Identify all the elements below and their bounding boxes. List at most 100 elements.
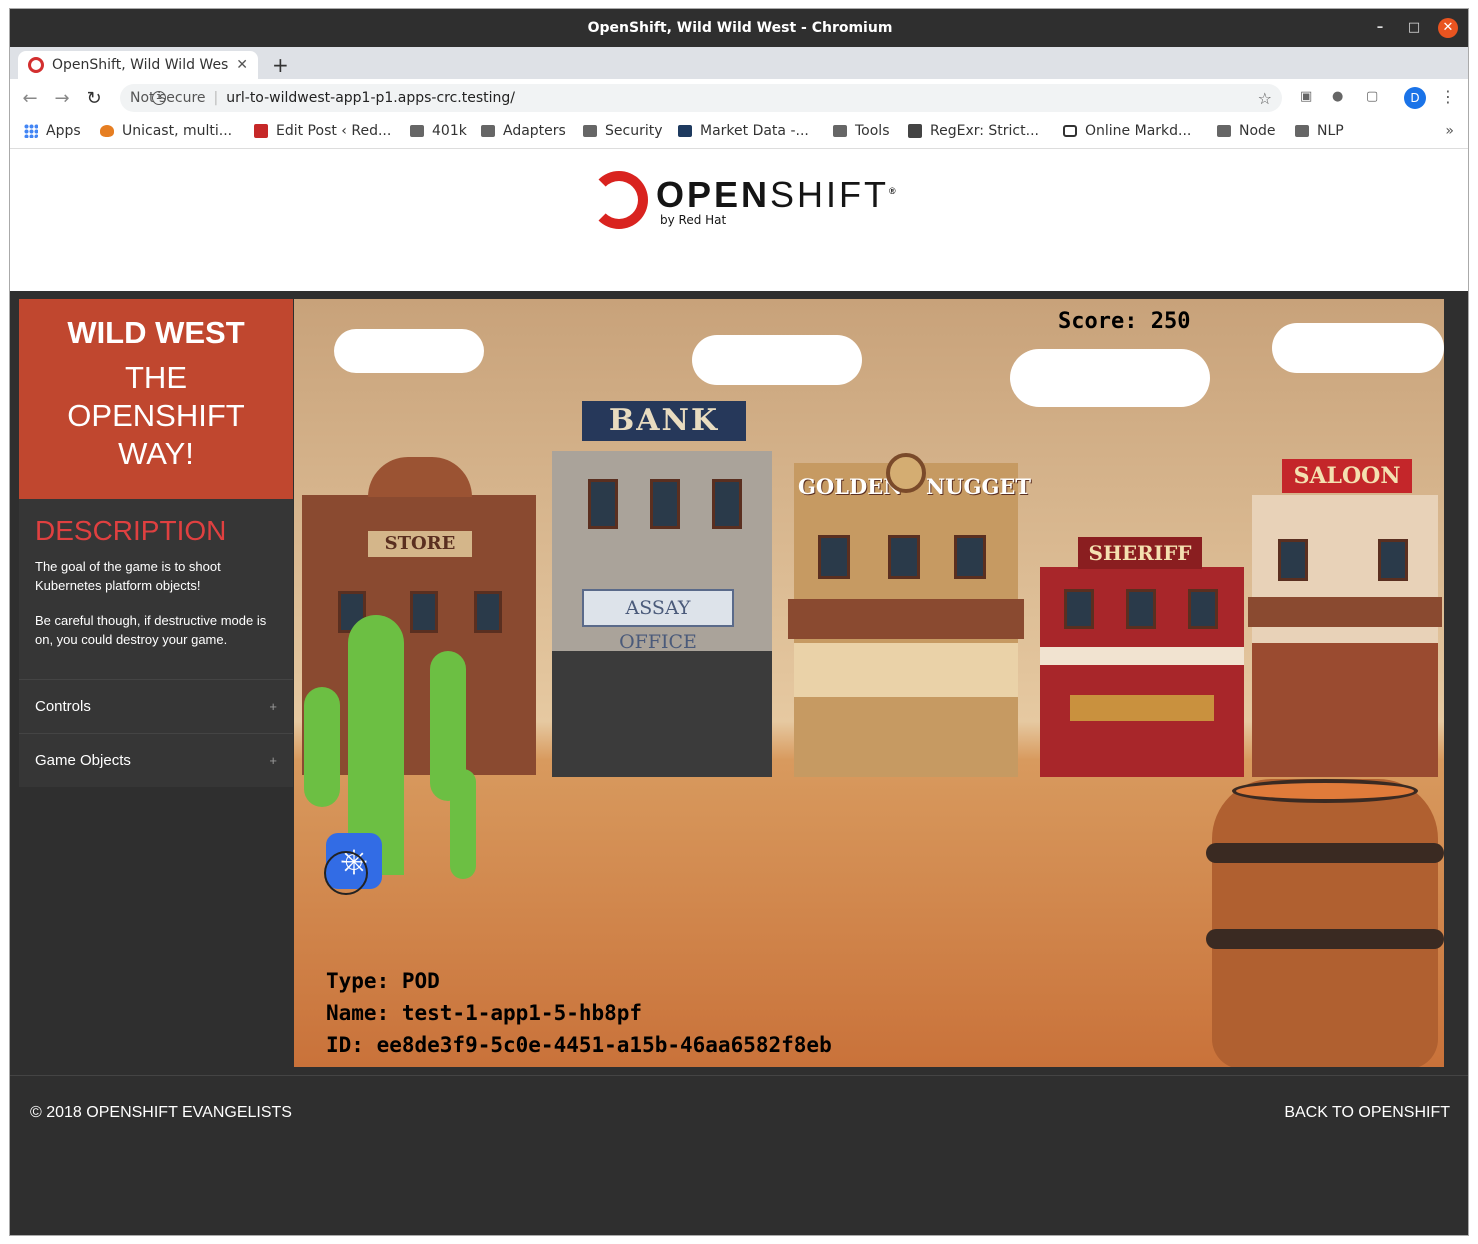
- apps-grid-icon: [24, 124, 38, 138]
- accordion-controls[interactable]: Controls +: [19, 679, 293, 733]
- folder-icon: [410, 125, 424, 137]
- cactus-arm: [304, 687, 340, 807]
- browser-toolbar: ← → ↻ i Not secure | url-to-wildwest-app…: [10, 79, 1468, 117]
- minimize-button[interactable]: –: [1370, 18, 1390, 38]
- openshift-logo[interactable]: OPENSHIFT® by Red Hat: [590, 171, 899, 229]
- info-icon[interactable]: i: [152, 91, 166, 105]
- object-id: ID: ee8de3f9-5c0e-4451-a15b-46aa6582f8eb: [326, 1033, 832, 1057]
- store-sign: STORE: [368, 531, 472, 557]
- back-to-openshift-link[interactable]: BACK TO OPENSHIFT: [1284, 1104, 1450, 1122]
- web-page: OPENSHIFT® by Red Hat WILD WEST THE OPEN…: [10, 149, 1468, 1235]
- object-type: Type: POD: [326, 969, 440, 993]
- cloud: [1010, 349, 1210, 407]
- shield-icon: [100, 125, 114, 137]
- browser-menu-icon[interactable]: ⋮: [1440, 87, 1456, 106]
- openshift-ring-icon: [590, 171, 648, 229]
- description-heading: DESCRIPTION: [35, 515, 227, 546]
- url-text[interactable]: url-to-wildwest-app1-p1.apps-crc.testing…: [226, 90, 515, 106]
- browser-window: OpenShift, Wild Wild West - Chromium – □…: [9, 8, 1469, 1236]
- barrel: [1206, 779, 1444, 1067]
- folder-icon: [1217, 125, 1231, 137]
- bookmark-security[interactable]: Security: [583, 123, 663, 139]
- openshift-favicon-icon: [28, 57, 44, 73]
- extension-icon-2[interactable]: ▢: [1366, 89, 1378, 104]
- extension-icon[interactable]: ▣: [1300, 89, 1312, 104]
- cactus: [450, 769, 476, 879]
- ms-icon: [678, 125, 692, 137]
- accordion-game-objects[interactable]: Game Objects +: [19, 733, 293, 787]
- logo-byline: by Red Hat: [660, 213, 727, 227]
- reload-icon[interactable]: ↻: [82, 88, 106, 109]
- copyright-text: © 2018 OPENSHIFT EVANGELISTS: [30, 1104, 292, 1121]
- bookmark-regexr[interactable]: RegExr: Strict...: [908, 123, 1039, 139]
- assay-office-sign: ASSAY OFFICE: [582, 589, 734, 653]
- golden-nugget-building: GOLDEN NUGGET: [788, 453, 1032, 777]
- markdown-icon: [1063, 125, 1077, 137]
- sidebar-title-block: WILD WEST THE OPENSHIFT WAY!: [19, 299, 293, 499]
- saloon-building: SALOON: [1248, 459, 1442, 777]
- crosshair-icon: [324, 851, 368, 895]
- bookmark-apps[interactable]: Apps: [24, 123, 81, 139]
- saloon-sign: SALOON: [1282, 459, 1412, 493]
- bank-building: BANK ASSAY OFFICE: [552, 401, 772, 777]
- bookmark-node[interactable]: Node: [1217, 123, 1276, 139]
- accordion-game-objects-label: Game Objects: [35, 752, 131, 769]
- tab-label: OpenShift, Wild Wild Wes: [52, 57, 229, 73]
- back-arrow-icon[interactable]: ←: [18, 88, 42, 109]
- golden-sign: GOLDEN: [798, 474, 903, 499]
- sidebar-subtitle-line-2: OPENSHIFT: [67, 398, 245, 433]
- accordion-controls-label: Controls: [35, 698, 91, 715]
- bookmark-unicast[interactable]: Unicast, multi...: [100, 123, 232, 139]
- window-title: OpenShift, Wild Wild West - Chromium: [587, 20, 893, 36]
- bank-sign: BANK: [582, 401, 746, 441]
- close-window-button[interactable]: ✕: [1438, 18, 1458, 38]
- tab-bar: OpenShift, Wild Wild Wes ✕ +: [10, 47, 1468, 79]
- bookmark-tools[interactable]: Tools: [833, 123, 890, 139]
- object-name: Name: test-1-app1-5-hb8pf: [326, 1001, 643, 1025]
- folder-icon: [583, 125, 597, 137]
- github-icon[interactable]: ●: [1332, 89, 1343, 104]
- bookmark-edit-post[interactable]: Edit Post ‹ Red...: [254, 123, 391, 139]
- description-section: DESCRIPTION The goal of the game is to s…: [19, 499, 293, 679]
- cloud: [692, 335, 862, 385]
- description-text-2: Be careful though, if destructive mode i…: [35, 613, 267, 647]
- maximize-button[interactable]: □: [1404, 18, 1424, 38]
- tab-close-icon[interactable]: ✕: [236, 57, 248, 73]
- score-display: Score: 250: [1058, 309, 1191, 334]
- page-footer: © 2018 OPENSHIFT EVANGELISTS BACK TO OPE…: [10, 1075, 1468, 1235]
- address-bar[interactable]: i Not secure | url-to-wildwest-app1-p1.a…: [120, 84, 1282, 112]
- bookmark-markdown[interactable]: Online Markd...: [1063, 123, 1191, 139]
- plus-icon[interactable]: +: [269, 699, 277, 714]
- bookmarks-overflow-icon[interactable]: »: [1445, 123, 1454, 139]
- folder-icon: [1295, 125, 1309, 137]
- title-bar: OpenShift, Wild Wild West - Chromium – □…: [10, 9, 1468, 47]
- folder-icon: [481, 125, 495, 137]
- main-content: WILD WEST THE OPENSHIFT WAY! DESCRIPTION…: [10, 291, 1468, 1075]
- bookmark-star-icon[interactable]: ☆: [1258, 89, 1272, 108]
- sidebar-subtitle-line-1: THE: [125, 360, 187, 395]
- regexr-icon: [908, 124, 922, 138]
- new-tab-button[interactable]: +: [272, 53, 289, 77]
- tab-openshift[interactable]: OpenShift, Wild Wild Wes ✕: [18, 51, 258, 79]
- post-icon: [254, 124, 268, 138]
- plus-icon[interactable]: +: [269, 753, 277, 768]
- bookmark-market-data[interactable]: Market Data -...: [678, 123, 809, 139]
- folder-icon: [833, 125, 847, 137]
- bookmarks-bar: Apps Unicast, multi... Edit Post ‹ Red..…: [10, 117, 1468, 149]
- cloud: [1272, 323, 1444, 373]
- sheriff-sign: SHERIFF: [1078, 537, 1202, 569]
- nugget-emblem-icon: [886, 453, 926, 493]
- description-text-1: The goal of the game is to shoot Kuberne…: [35, 559, 221, 593]
- forward-arrow-icon[interactable]: →: [50, 88, 74, 109]
- profile-avatar[interactable]: D: [1404, 87, 1426, 109]
- security-label: Not secure: [130, 90, 206, 106]
- bookmark-401k[interactable]: 401k: [410, 123, 467, 139]
- nugget-sign: NUGGET: [926, 474, 1032, 499]
- address-separator: |: [213, 90, 219, 106]
- sidebar: WILD WEST THE OPENSHIFT WAY! DESCRIPTION…: [19, 299, 293, 787]
- bookmark-adapters[interactable]: Adapters: [481, 123, 566, 139]
- bookmark-nlp[interactable]: NLP: [1295, 123, 1344, 139]
- page-header: OPENSHIFT® by Red Hat: [10, 149, 1468, 291]
- game-canvas[interactable]: Score: 250 STORE BANK ASSAY OFFICE GOLDE…: [294, 299, 1444, 1067]
- sheriff-building: SHERIFF: [1040, 537, 1244, 777]
